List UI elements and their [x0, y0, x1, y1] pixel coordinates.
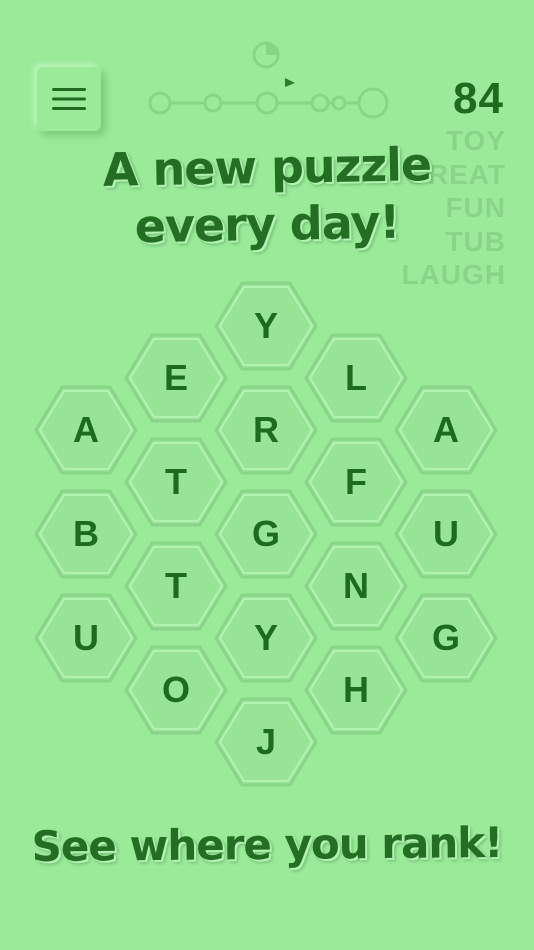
hex-letter: O [161, 669, 190, 710]
hex-letter: T [165, 565, 187, 606]
hex-letter: G [431, 617, 460, 658]
hex-tile[interactable]: Y [214, 593, 318, 683]
hex-letter: G [251, 513, 280, 554]
hex-tile[interactable]: U [34, 593, 138, 683]
hex-tile[interactable]: N [304, 541, 408, 631]
hex-tile[interactable]: T [124, 437, 228, 527]
hex-tile[interactable]: H [304, 645, 408, 735]
hex-tile[interactable]: A [394, 385, 498, 475]
hex-tile[interactable]: O [124, 645, 228, 735]
hex-letter: A [433, 409, 459, 450]
hex-letter: Y [253, 305, 278, 346]
hex-tile[interactable]: G [394, 593, 498, 683]
hex-letter: J [255, 721, 277, 762]
hex-tile[interactable]: E [124, 333, 228, 423]
hex-letter: R [253, 409, 279, 450]
hex-tile[interactable]: B [34, 489, 138, 579]
hex-tile[interactable]: A [34, 385, 138, 475]
hex-letter: N [343, 565, 369, 606]
hex-tile[interactable]: F [304, 437, 408, 527]
hex-letter: F [345, 461, 367, 502]
footer-tagline: See where you rank! [31, 817, 503, 872]
hex-letter: B [73, 513, 99, 554]
hex-tile[interactable]: T [124, 541, 228, 631]
hex-tile[interactable]: J [214, 697, 318, 787]
hex-letter: U [73, 617, 99, 658]
hex-letter: T [165, 461, 187, 502]
hex-tile[interactable]: R [214, 385, 318, 475]
hex-tile[interactable]: L [304, 333, 408, 423]
letter-board: A B U E T T O Y R G Y J L F N H A U G [0, 0, 534, 950]
hex-tile[interactable]: G [214, 489, 318, 579]
hex-letter: U [433, 513, 459, 554]
hex-tile[interactable]: U [394, 489, 498, 579]
hex-tile[interactable]: Y [214, 281, 318, 371]
hex-letter: E [163, 357, 188, 398]
hex-letter: Y [253, 617, 278, 658]
hex-letter: H [343, 669, 369, 710]
hex-letter: L [345, 357, 367, 398]
hex-letter: A [73, 409, 99, 450]
